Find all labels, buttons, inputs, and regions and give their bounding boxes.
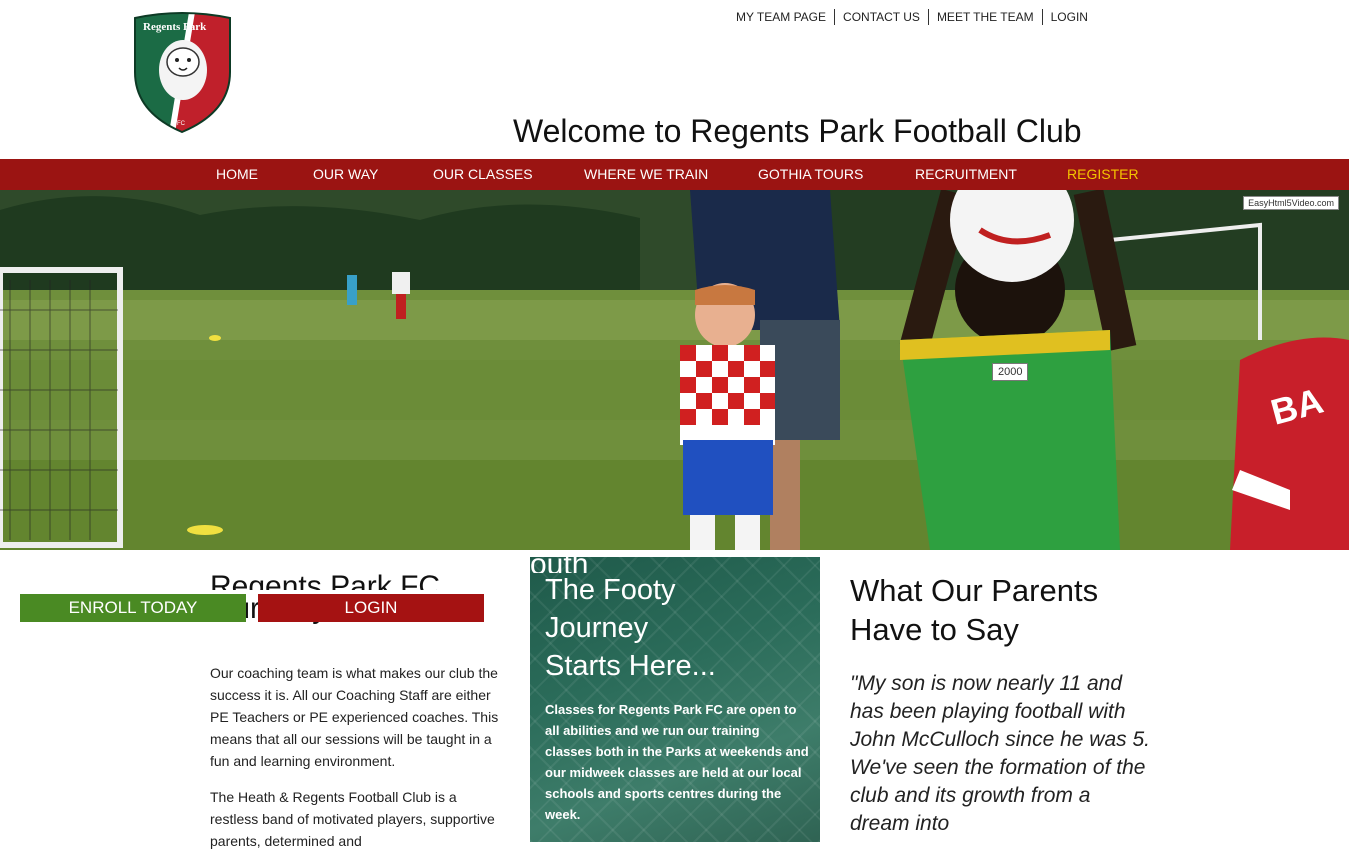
svg-text:FC: FC [177, 121, 186, 127]
hero-video-frame: BA [0, 190, 1349, 550]
top-link-contact-us[interactable]: CONTACT US [835, 9, 928, 25]
parent-quote: "My son is now nearly 11 and has been pl… [850, 672, 1150, 835]
our-way-paragraph-2: The Heath & Regents Football Club is a r… [210, 789, 495, 849]
nav-our-classes[interactable]: OUR CLASSES [433, 159, 533, 190]
svg-text:Regents Park: Regents Park [143, 21, 207, 33]
video-tooltip: 2000 [992, 363, 1029, 381]
login-button[interactable]: LOGIN [258, 594, 484, 622]
top-links: MY TEAM PAGE CONTACT US MEET THE TEAM LO… [728, 9, 1096, 25]
our-way-body: Our coaching team is what makes our club… [210, 662, 505, 866]
top-link-login[interactable]: LOGIN [1043, 9, 1096, 25]
enroll-today-button[interactable]: ENROLL TODAY [20, 594, 246, 622]
footy-journey-body: Classes for Regents Park FC are open to … [545, 702, 809, 822]
hero-video[interactable]: BA EasyHtml5Video.com 2000 [0, 190, 1349, 550]
nav-home[interactable]: HOME [216, 159, 258, 190]
page-title: Welcome to Regents Park Football Club [513, 113, 1082, 149]
top-link-my-team-page[interactable]: MY TEAM PAGE [728, 9, 834, 25]
nav-gothia-tours[interactable]: GOTHIA TOURS [758, 159, 863, 190]
our-way-title-line1: Regents Park FC [210, 570, 441, 590]
club-crest-logo[interactable]: Regents Park FC [131, 12, 234, 133]
nav-register[interactable]: REGISTER [1067, 159, 1139, 190]
main-nav: HOME OUR WAY OUR CLASSES WHERE WE TRAIN … [0, 159, 1349, 190]
nav-recruitment[interactable]: RECRUITMENT [915, 159, 1017, 190]
footy-journey-title: The Footy Journey Starts Here... [545, 574, 716, 682]
nav-where-we-train[interactable]: WHERE WE TRAIN [584, 159, 708, 190]
parents-title: What Our Parents Have to Say [850, 573, 1099, 647]
video-watermark: EasyHtml5Video.com [1243, 196, 1339, 210]
footy-journey-panel: outh The FootyJourneyStarts Here... Clas… [530, 557, 820, 842]
top-link-meet-the-team[interactable]: MEET THE TEAM [929, 9, 1042, 25]
nav-our-way[interactable]: OUR WAY [313, 159, 378, 190]
our-way-paragraph-1: Our coaching team is what makes our club… [210, 665, 499, 769]
